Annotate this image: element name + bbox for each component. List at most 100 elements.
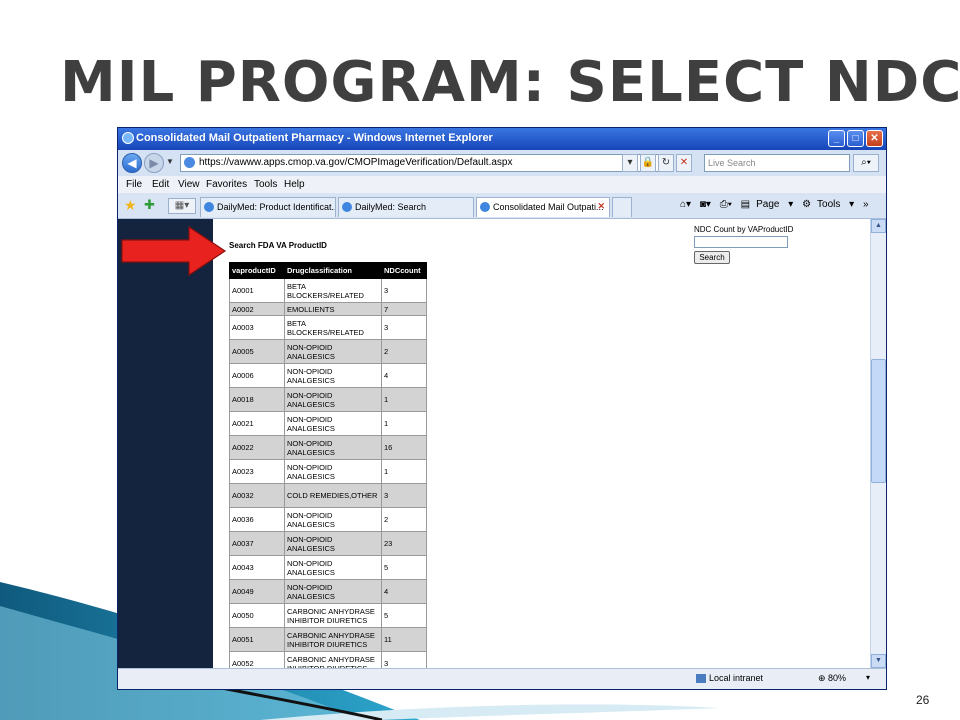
search-button[interactable]: Search: [694, 251, 730, 264]
cell-ndccount: 16: [381, 435, 427, 460]
cell-ndccount: 2: [381, 507, 427, 532]
table-row[interactable]: A0006 NON-OPIOID ANALGESICS 4: [229, 363, 427, 388]
table-row[interactable]: A0021 NON-OPIOID ANALGESICS 1: [229, 411, 427, 436]
cell-drugclassification: NON-OPIOID ANALGESICS: [284, 531, 382, 556]
search-icon[interactable]: ⌕▾: [853, 154, 879, 172]
table-row[interactable]: A0043 NON-OPIOID ANALGESICS 5: [229, 555, 427, 580]
table-row[interactable]: A0002 EMOLLIENTS 7: [229, 302, 427, 316]
zoom-control[interactable]: ⊕ 80%: [818, 673, 846, 684]
table-row[interactable]: A0022 NON-OPIOID ANALGESICS 16: [229, 435, 427, 460]
more-chevron-icon[interactable]: »: [863, 199, 869, 210]
cell-drugclassification: CARBONIC ANHYDRASE INHIBITOR DIURETICS: [284, 651, 382, 668]
scrollbar-thumb[interactable]: [871, 359, 886, 483]
table-row[interactable]: A0032 COLD REMEDIES,OTHER 3: [229, 483, 427, 508]
table-row[interactable]: A0003 BETA BLOCKERS/RELATED 3: [229, 315, 427, 340]
window-controls: _ □ ✕: [828, 130, 883, 147]
favorites-star-icon[interactable]: ★: [124, 197, 137, 214]
tools-menu[interactable]: ⚙ Tools ▾: [802, 199, 854, 210]
menu-favorites[interactable]: Favorites: [206, 179, 247, 190]
cell-ndccount: 4: [381, 579, 427, 604]
page-menu-label: Page: [756, 199, 780, 210]
refresh-icon[interactable]: ↻: [658, 154, 674, 172]
cell-drugclassification: COLD REMEDIES,OTHER: [284, 483, 382, 508]
vertical-scrollbar[interactable]: ▲ ▼: [870, 219, 886, 668]
cell-vaproductid: A0023: [229, 459, 285, 484]
tab-dailymed-product[interactable]: DailyMed: Product Identificat...: [200, 197, 336, 217]
cell-ndccount: 1: [381, 387, 427, 412]
menu-tools[interactable]: Tools: [254, 179, 277, 190]
red-arrow-annotation: [121, 226, 227, 276]
tools-menu-label: Tools: [817, 199, 841, 210]
close-tab-icon[interactable]: ✕: [597, 201, 605, 212]
lock-icon[interactable]: 🔒: [640, 154, 656, 172]
address-text: https://vawww.apps.cmop.va.gov/CMOPImage…: [199, 157, 513, 168]
cell-ndccount: 1: [381, 459, 427, 484]
stop-icon[interactable]: ✕: [676, 154, 692, 172]
table-row[interactable]: A0005 NON-OPIOID ANALGESICS 2: [229, 339, 427, 364]
cell-drugclassification: CARBONIC ANHYDRASE INHIBITOR DIURETICS: [284, 627, 382, 652]
address-input[interactable]: https://vawww.apps.cmop.va.gov/CMOPImage…: [180, 154, 666, 172]
scroll-down-arrow-icon[interactable]: ▼: [871, 654, 886, 668]
table-row[interactable]: A0050 CARBONIC ANHYDRASE INHIBITOR DIURET…: [229, 603, 427, 628]
window-titlebar[interactable]: Consolidated Mail Outpatient Pharmacy - …: [118, 128, 886, 150]
page-menu[interactable]: ▤ Page ▾: [741, 199, 794, 210]
print-icon[interactable]: ⎙▾: [720, 199, 732, 210]
table-row[interactable]: A0001 BETA BLOCKERS/RELATED 3: [229, 278, 427, 303]
cell-drugclassification: EMOLLIENTS: [284, 302, 382, 316]
back-button[interactable]: ◀: [122, 153, 142, 173]
left-navigation-panel: [118, 219, 213, 668]
menu-bar: File Edit View Favorites Tools Help: [118, 176, 886, 193]
new-tab-button[interactable]: [612, 197, 632, 217]
recent-pages-dropdown-icon[interactable]: ▼: [166, 157, 174, 166]
home-icon[interactable]: ⌂▾: [680, 199, 691, 210]
close-button[interactable]: ✕: [866, 130, 883, 147]
ie-page-icon: [204, 202, 214, 212]
security-zone-label: Local intranet: [709, 673, 764, 683]
menu-file[interactable]: File: [126, 179, 142, 190]
live-search-placeholder: Live Search: [708, 158, 756, 168]
minimize-button[interactable]: _: [828, 130, 845, 147]
table-row[interactable]: A0018 NON-OPIOID ANALGESICS 1: [229, 387, 427, 412]
cell-drugclassification: BETA BLOCKERS/RELATED: [284, 278, 382, 303]
cell-drugclassification: NON-OPIOID ANALGESICS: [284, 555, 382, 580]
menu-view[interactable]: View: [178, 179, 200, 190]
ndc-productid-input[interactable]: [694, 236, 788, 248]
tab-dailymed-search[interactable]: DailyMed: Search: [338, 197, 474, 217]
cell-vaproductid: A0003: [229, 315, 285, 340]
menu-edit[interactable]: Edit: [152, 179, 169, 190]
slide-number: 26: [916, 693, 930, 707]
table-row[interactable]: A0051 CARBONIC ANHYDRASE INHIBITOR DIURET…: [229, 627, 427, 652]
tab-consolidated-mail[interactable]: Consolidated Mail Outpati... ✕: [476, 197, 610, 217]
cell-vaproductid: A0022: [229, 435, 285, 460]
zoom-level: 80%: [828, 673, 847, 683]
cell-ndccount: 23: [381, 531, 427, 556]
menu-help[interactable]: Help: [284, 179, 305, 190]
forward-button[interactable]: ▶: [144, 153, 164, 173]
column-header-drugclassification[interactable]: Drugclassification: [284, 262, 382, 279]
cell-drugclassification: CARBONIC ANHYDRASE INHIBITOR DIURETICS: [284, 603, 382, 628]
address-toolbar: ◀ ▶ ▼ https://vawww.apps.cmop.va.gov/CMO…: [118, 150, 886, 176]
table-row[interactable]: A0049 NON-OPIOID ANALGESICS 4: [229, 579, 427, 604]
feeds-icon[interactable]: ◙▾: [700, 199, 711, 210]
page-content: Search FDA VA ProductID NDC Count by VAP…: [118, 219, 870, 668]
scroll-up-arrow-icon[interactable]: ▲: [871, 219, 886, 233]
window-title: Consolidated Mail Outpatient Pharmacy - …: [136, 132, 493, 144]
cell-ndccount: 3: [381, 315, 427, 340]
table-row[interactable]: A0037 NON-OPIOID ANALGESICS 23: [229, 531, 427, 556]
live-search-input[interactable]: Live Search: [704, 154, 850, 172]
cell-vaproductid: A0018: [229, 387, 285, 412]
add-favorite-icon[interactable]: ✚: [144, 197, 155, 213]
column-header-vaproductid[interactable]: vaproductID: [229, 262, 285, 279]
maximize-button[interactable]: □: [847, 130, 864, 147]
table-row[interactable]: A0036 NON-OPIOID ANALGESICS 2: [229, 507, 427, 532]
cell-ndccount: 7: [381, 302, 427, 316]
cell-drugclassification: NON-OPIOID ANALGESICS: [284, 579, 382, 604]
zoom-dropdown-icon[interactable]: ▾: [866, 673, 870, 682]
table-row[interactable]: A0023 NON-OPIOID ANALGESICS 1: [229, 459, 427, 484]
cell-drugclassification: NON-OPIOID ANALGESICS: [284, 363, 382, 388]
table-row[interactable]: A0052 CARBONIC ANHYDRASE INHIBITOR DIURET…: [229, 651, 427, 668]
quick-tabs-icon[interactable]: ▦▾: [168, 198, 196, 214]
column-header-ndccount[interactable]: NDCcount: [381, 262, 427, 279]
address-dropdown-icon[interactable]: ▾: [622, 154, 638, 172]
cell-drugclassification: BETA BLOCKERS/RELATED: [284, 315, 382, 340]
